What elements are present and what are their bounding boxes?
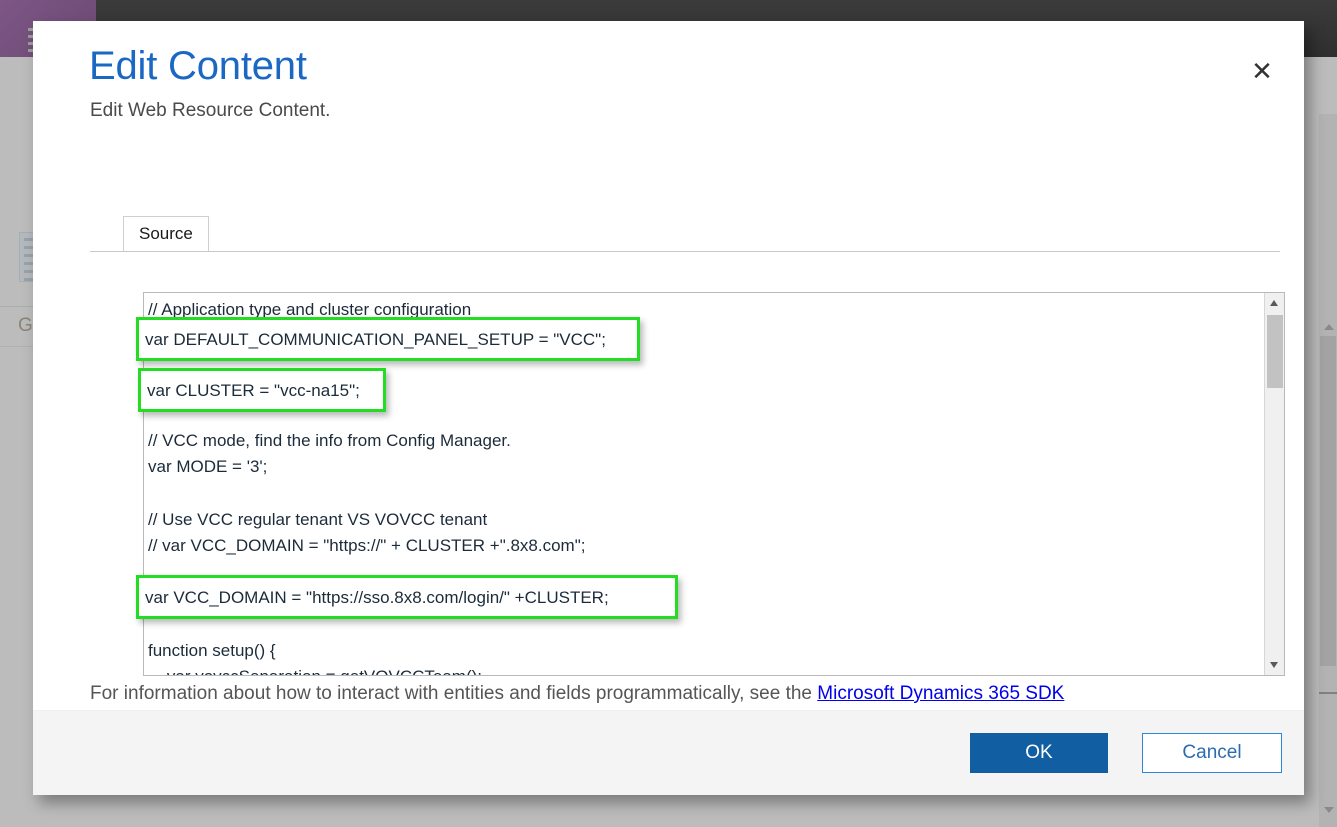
sdk-help-link[interactable]: Microsoft Dynamics 365 SDK xyxy=(817,683,1064,704)
page-title: Edit Content xyxy=(89,44,307,89)
editor-scrollbar[interactable] xyxy=(1264,293,1284,675)
highlight-box: var CLUSTER = "vcc-na15"; xyxy=(138,368,386,412)
highlight-box-text: var CLUSTER = "vcc-na15"; xyxy=(147,382,360,399)
tab-strip: Source xyxy=(90,216,1280,252)
tab-source[interactable]: Source xyxy=(123,216,209,251)
editor-scrollbar-thumb[interactable] xyxy=(1267,315,1283,388)
page-scrollbar[interactable] xyxy=(1319,114,1337,827)
highlight-box: var DEFAULT_COMMUNICATION_PANEL_SETUP = … xyxy=(136,317,640,361)
dialog-body: Edit Content Edit Web Resource Content. … xyxy=(33,21,1304,710)
scroll-up-arrow-icon[interactable] xyxy=(1324,324,1334,330)
sdk-help-note: For information about how to interact wi… xyxy=(90,683,1180,705)
dialog-action-bar: OK Cancel xyxy=(33,710,1304,795)
edit-content-dialog: Edit Content Edit Web Resource Content. … xyxy=(33,21,1304,795)
highlight-box-text: var DEFAULT_COMMUNICATION_PANEL_SETUP = … xyxy=(145,331,606,348)
page-subtitle: Edit Web Resource Content. xyxy=(90,100,330,122)
background-letter-badge: G xyxy=(18,315,33,337)
page-scrollbar-thumb[interactable] xyxy=(1320,336,1336,666)
scroll-down-arrow-icon[interactable] xyxy=(1324,807,1334,813)
cancel-button[interactable]: Cancel xyxy=(1142,733,1282,773)
editor-scroll-up-arrow-icon[interactable] xyxy=(1270,300,1278,306)
sdk-help-note-text: For information about how to interact wi… xyxy=(90,683,817,704)
page-scrollbar-mark xyxy=(1319,692,1337,694)
close-icon[interactable]: ✕ xyxy=(1242,51,1282,91)
highlight-box-text: var VCC_DOMAIN = "https://sso.8x8.com/lo… xyxy=(145,589,609,606)
editor-scroll-down-arrow-icon[interactable] xyxy=(1270,662,1278,668)
ok-button[interactable]: OK xyxy=(970,733,1108,773)
highlight-box: var VCC_DOMAIN = "https://sso.8x8.com/lo… xyxy=(136,575,678,619)
